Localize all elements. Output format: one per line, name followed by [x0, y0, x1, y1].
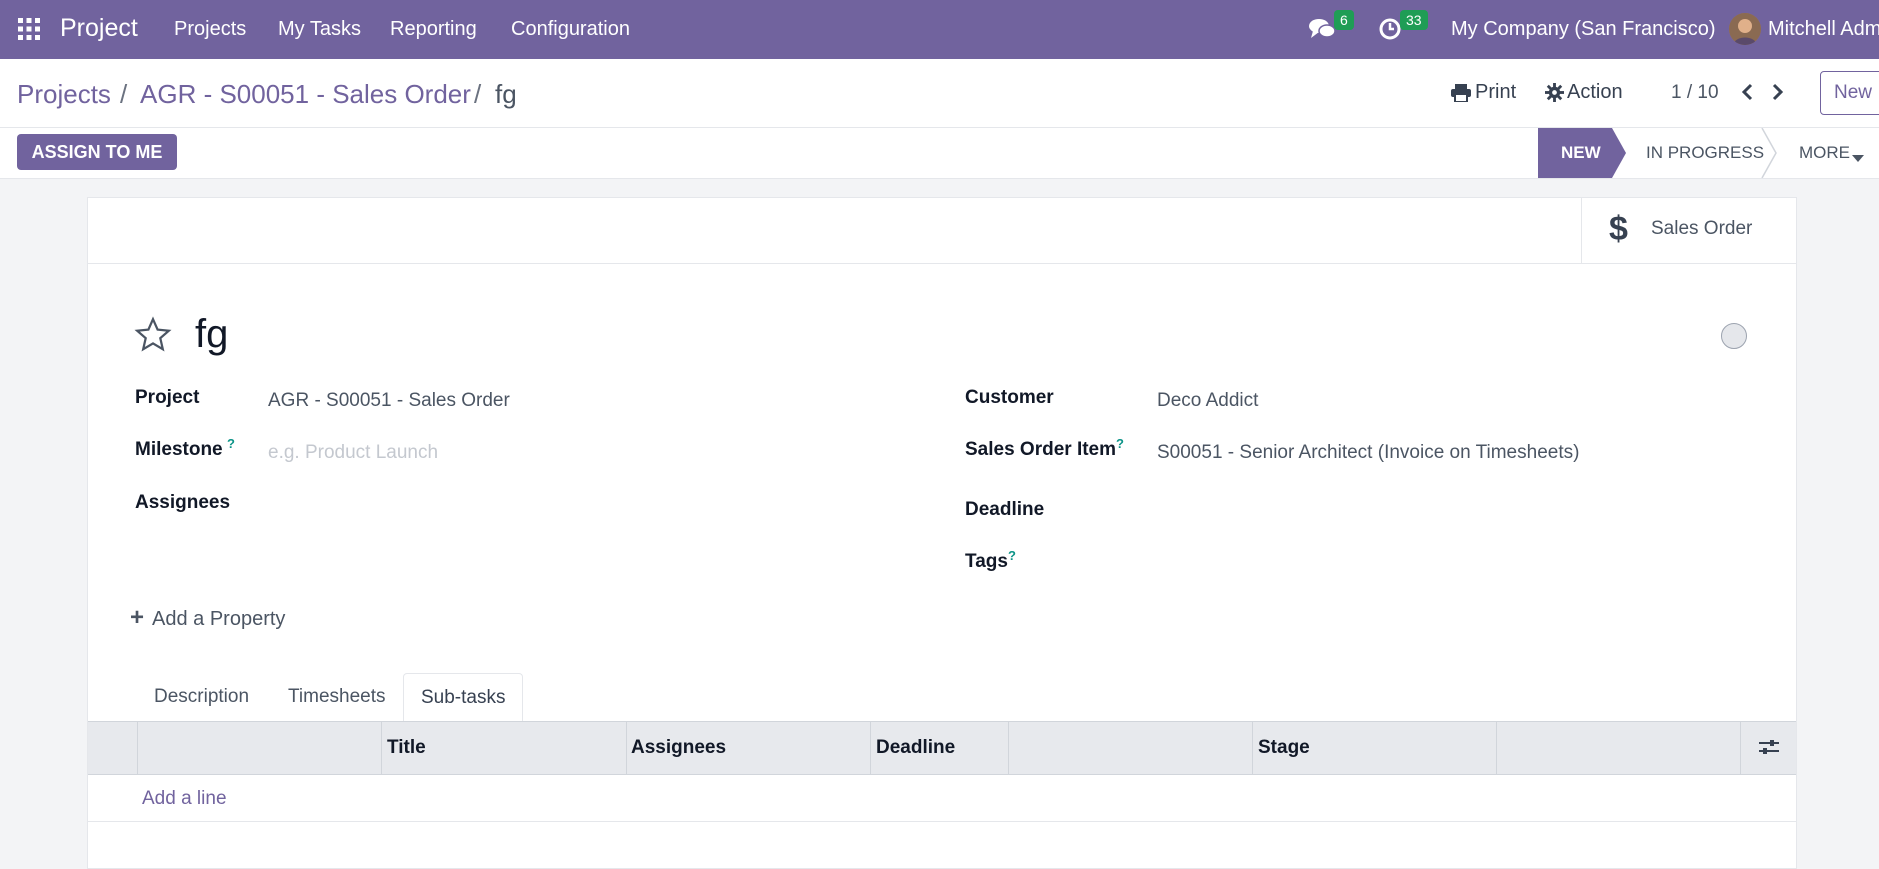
apps-menu-icon[interactable]	[18, 18, 40, 40]
menu-configuration[interactable]: Configuration	[511, 18, 630, 41]
column-divider	[870, 722, 871, 774]
column-divider	[1740, 722, 1741, 774]
column-header-title[interactable]: Title	[387, 737, 426, 759]
column-divider	[1252, 722, 1253, 774]
assign-to-me-button[interactable]: ASSIGN TO ME	[17, 134, 177, 170]
optional-columns-icon[interactable]	[1759, 738, 1779, 761]
add-property-button[interactable]: Add a Property	[152, 608, 285, 631]
new-button-label: New	[1834, 82, 1873, 103]
column-divider	[626, 722, 627, 774]
milestone-field[interactable]: e.g. Product Launch	[268, 442, 438, 464]
row-divider	[88, 821, 1796, 822]
pager-previous-icon[interactable]	[1740, 83, 1754, 106]
messages-icon[interactable]	[1309, 18, 1336, 45]
control-panel: Projects / AGR - S00051 - Sales Order / …	[0, 59, 1879, 128]
menu-reporting[interactable]: Reporting	[390, 18, 477, 41]
stage-new-label[interactable]: NEW	[1561, 143, 1601, 163]
kanban-state-indicator[interactable]	[1721, 323, 1747, 349]
column-divider	[1496, 722, 1497, 774]
tab-sub-tasks[interactable]: Sub-tasks	[403, 673, 524, 722]
gear-icon[interactable]	[1545, 83, 1564, 107]
column-divider	[1008, 722, 1009, 774]
user-avatar[interactable]	[1729, 13, 1761, 45]
activities-icon[interactable]	[1378, 17, 1402, 46]
breadcrumb-current: fg	[495, 79, 517, 109]
tags-field[interactable]	[1157, 547, 1757, 577]
pager-next-icon[interactable]	[1771, 83, 1785, 106]
top-navbar: Project Projects My Tasks Reporting Conf…	[0, 0, 1879, 59]
action-button[interactable]: Action	[1567, 81, 1623, 104]
star-icon[interactable]	[134, 316, 172, 359]
sales-order-item-label: Sales Order Item	[965, 439, 1117, 460]
breadcrumb-separator: /	[120, 79, 128, 109]
project-label: Project	[135, 387, 200, 408]
deadline-label: Deadline	[965, 499, 1045, 520]
breadcrumb-separator: /	[474, 79, 482, 109]
subtasks-table-header: Title Assignees Deadline Stage	[88, 721, 1796, 775]
company-switcher[interactable]: My Company (San Francisco)	[1451, 18, 1716, 41]
new-button[interactable]: New	[1820, 71, 1879, 115]
tags-label: Tags	[965, 551, 1008, 572]
customer-label: Customer	[965, 387, 1054, 408]
print-icon[interactable]	[1451, 84, 1471, 107]
deadline-field[interactable]	[1157, 495, 1757, 525]
milestone-label: Milestone	[135, 439, 223, 460]
stage-more-button[interactable]: MORE	[1799, 143, 1850, 163]
activities-count-badge: 33	[1400, 10, 1428, 30]
form-sheet: $ Sales Order fg Project AGR - S00051 - …	[87, 197, 1797, 869]
column-header-stage[interactable]: Stage	[1258, 737, 1310, 759]
notebook-tabs: Description Timesheets Sub-tasks	[88, 673, 1796, 722]
column-header-deadline[interactable]: Deadline	[876, 737, 955, 759]
chevron-down-icon[interactable]	[1852, 150, 1864, 168]
tab-timesheets[interactable]: Timesheets	[288, 673, 386, 721]
stage-in-progress[interactable]: IN PROGRESS	[1646, 143, 1764, 163]
column-divider	[381, 722, 382, 774]
app-name[interactable]: Project	[60, 14, 138, 43]
user-menu[interactable]: Mitchell Adm	[1768, 18, 1879, 41]
tags-help-icon[interactable]: ?	[1008, 548, 1016, 563]
customer-field[interactable]: Deco Addict	[1157, 390, 1258, 412]
pager-value[interactable]: 1 / 10	[1671, 82, 1719, 104]
sales-order-smart-button-label: Sales Order	[1651, 218, 1753, 239]
plus-icon: +	[130, 604, 145, 631]
add-line-button[interactable]: Add a line	[142, 788, 227, 810]
menu-projects[interactable]: Projects	[174, 18, 246, 41]
task-title[interactable]: fg	[195, 312, 228, 357]
milestone-help-icon[interactable]: ?	[227, 436, 235, 451]
column-header-assignees[interactable]: Assignees	[631, 737, 726, 759]
print-button[interactable]: Print	[1475, 81, 1516, 104]
breadcrumb-projects[interactable]: Projects	[17, 79, 111, 110]
project-field[interactable]: AGR - S00051 - Sales Order	[268, 390, 510, 412]
assignees-label: Assignees	[135, 492, 231, 513]
sales-order-item-help-icon[interactable]: ?	[1116, 436, 1124, 451]
sales-order-smart-button[interactable]: $ Sales Order	[1581, 198, 1796, 263]
column-divider	[137, 722, 138, 774]
sales-order-item-field[interactable]: S00051 - Senior Architect (Invoice on Ti…	[1157, 442, 1579, 464]
status-bar: ASSIGN TO ME NEW IN PROGRESS MORE	[0, 128, 1879, 179]
tab-description[interactable]: Description	[154, 673, 249, 721]
dollar-icon: $	[1609, 210, 1628, 248]
assignees-field[interactable]	[268, 488, 868, 518]
messages-count-badge: 6	[1334, 10, 1354, 30]
breadcrumb-project[interactable]: AGR - S00051 - Sales Order	[140, 79, 471, 110]
smart-button-box: $ Sales Order	[88, 198, 1796, 264]
menu-my-tasks[interactable]: My Tasks	[278, 18, 361, 41]
